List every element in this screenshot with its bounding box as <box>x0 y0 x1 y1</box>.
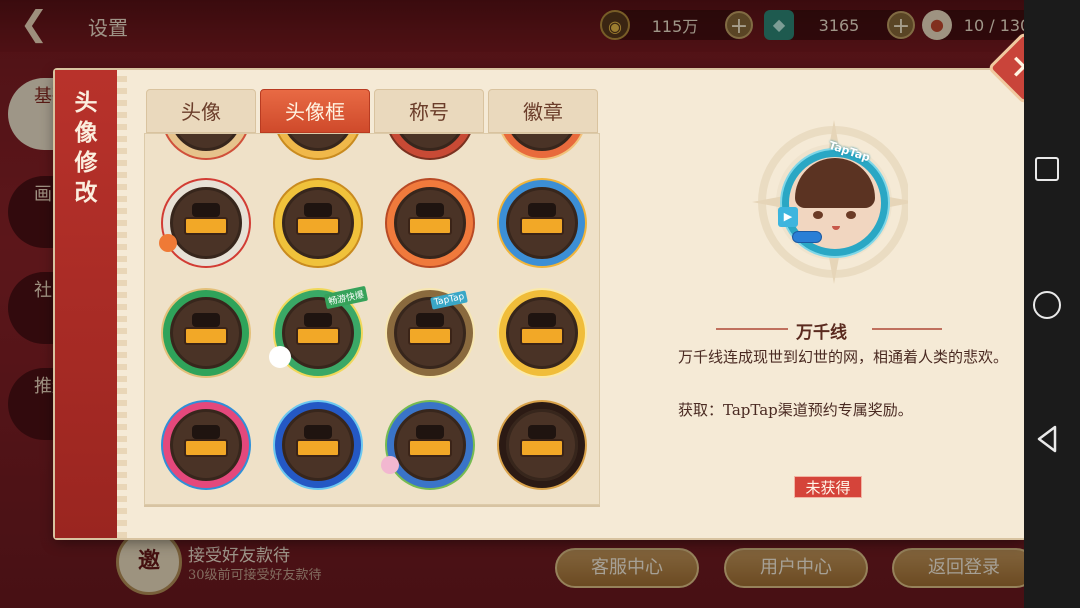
avatar-face <box>296 202 340 235</box>
avatar-face <box>184 312 228 345</box>
avatar-frame-gold-cloud[interactable] <box>499 290 585 376</box>
avatar-frame-moon[interactable] <box>499 402 585 488</box>
tab-avatar[interactable]: 头像 <box>146 89 256 133</box>
avatar-face <box>520 202 564 235</box>
avatar-face <box>184 202 228 235</box>
system-back-icon[interactable] <box>1030 422 1064 456</box>
status-badge: 未获得 <box>794 476 862 498</box>
avatar-frame-rabbit[interactable] <box>163 180 249 266</box>
avatar-frame-lotus[interactable] <box>387 402 473 488</box>
avatar-face <box>408 312 452 345</box>
play-icon: ▶ <box>778 207 798 227</box>
banner-scroll-edge <box>117 70 127 538</box>
title-divider-right <box>872 328 942 330</box>
avatar-frame-item[interactable] <box>163 134 249 158</box>
avatar-face <box>296 424 340 457</box>
avatar-frame-item[interactable] <box>387 134 473 158</box>
preview-eye-right <box>846 211 856 219</box>
avatar-frame-mi[interactable] <box>387 180 473 266</box>
avatar-frame-golden-cloud[interactable] <box>275 180 361 266</box>
avatar-frame-ocean[interactable] <box>275 402 361 488</box>
lotus-icon <box>381 456 399 474</box>
item-source: 获取：TapTap渠道预约专属奖励。 <box>678 401 913 419</box>
item-name: 万千线 <box>796 323 847 343</box>
avatar-face <box>296 312 340 345</box>
avatar-frame-item[interactable] <box>275 134 361 158</box>
avatar-frame-green-ring[interactable] <box>163 290 249 376</box>
avatar-face <box>520 424 564 457</box>
grid-divider <box>144 505 600 507</box>
avatar-frame-pink[interactable] <box>163 402 249 488</box>
avatar-frame-item[interactable] <box>499 134 585 158</box>
avatar-face <box>520 312 564 345</box>
title-divider-left <box>716 328 788 330</box>
avatar-face <box>408 424 452 457</box>
recent-apps-icon[interactable] <box>1035 157 1059 181</box>
frame-grid: 畅游快爆 TapTap <box>144 133 600 505</box>
preview-eye-left <box>813 211 823 219</box>
avatar-face <box>184 424 228 457</box>
home-icon[interactable] <box>1033 291 1061 319</box>
tab-title[interactable]: 称号 <box>374 89 484 133</box>
avatar-face <box>408 202 452 235</box>
tab-avatar-frame[interactable]: 头像框 <box>260 89 370 133</box>
item-description: 万千线连成现世到幻世的网，相通着人类的悲欢。 <box>678 348 1009 366</box>
gamepad-icon <box>792 231 822 243</box>
carrot-icon <box>159 234 177 252</box>
cat-mascot-icon <box>269 346 291 368</box>
tab-badge[interactable]: 徽章 <box>488 89 598 133</box>
dialog-title: 头像修改 <box>74 89 98 206</box>
avatar-frame-blue-wave[interactable] <box>499 180 585 266</box>
